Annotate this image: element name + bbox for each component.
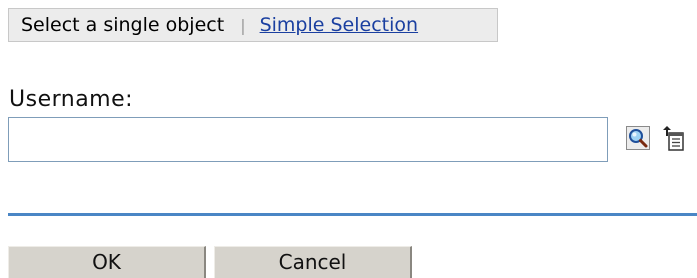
username-input[interactable] <box>8 117 608 162</box>
mode-separator: | <box>240 15 246 35</box>
ok-button[interactable]: OK <box>8 246 206 278</box>
search-icon[interactable] <box>626 126 650 150</box>
selection-mode-bar: Select a single object | Simple Selectio… <box>8 8 498 42</box>
section-divider <box>8 213 697 216</box>
history-list-icon[interactable] <box>660 126 697 151</box>
cancel-button[interactable]: Cancel <box>214 246 412 278</box>
simple-selection-link[interactable]: Simple Selection <box>260 14 418 36</box>
username-label: Username: <box>9 87 134 112</box>
current-mode-label: Select a single object <box>21 14 225 36</box>
